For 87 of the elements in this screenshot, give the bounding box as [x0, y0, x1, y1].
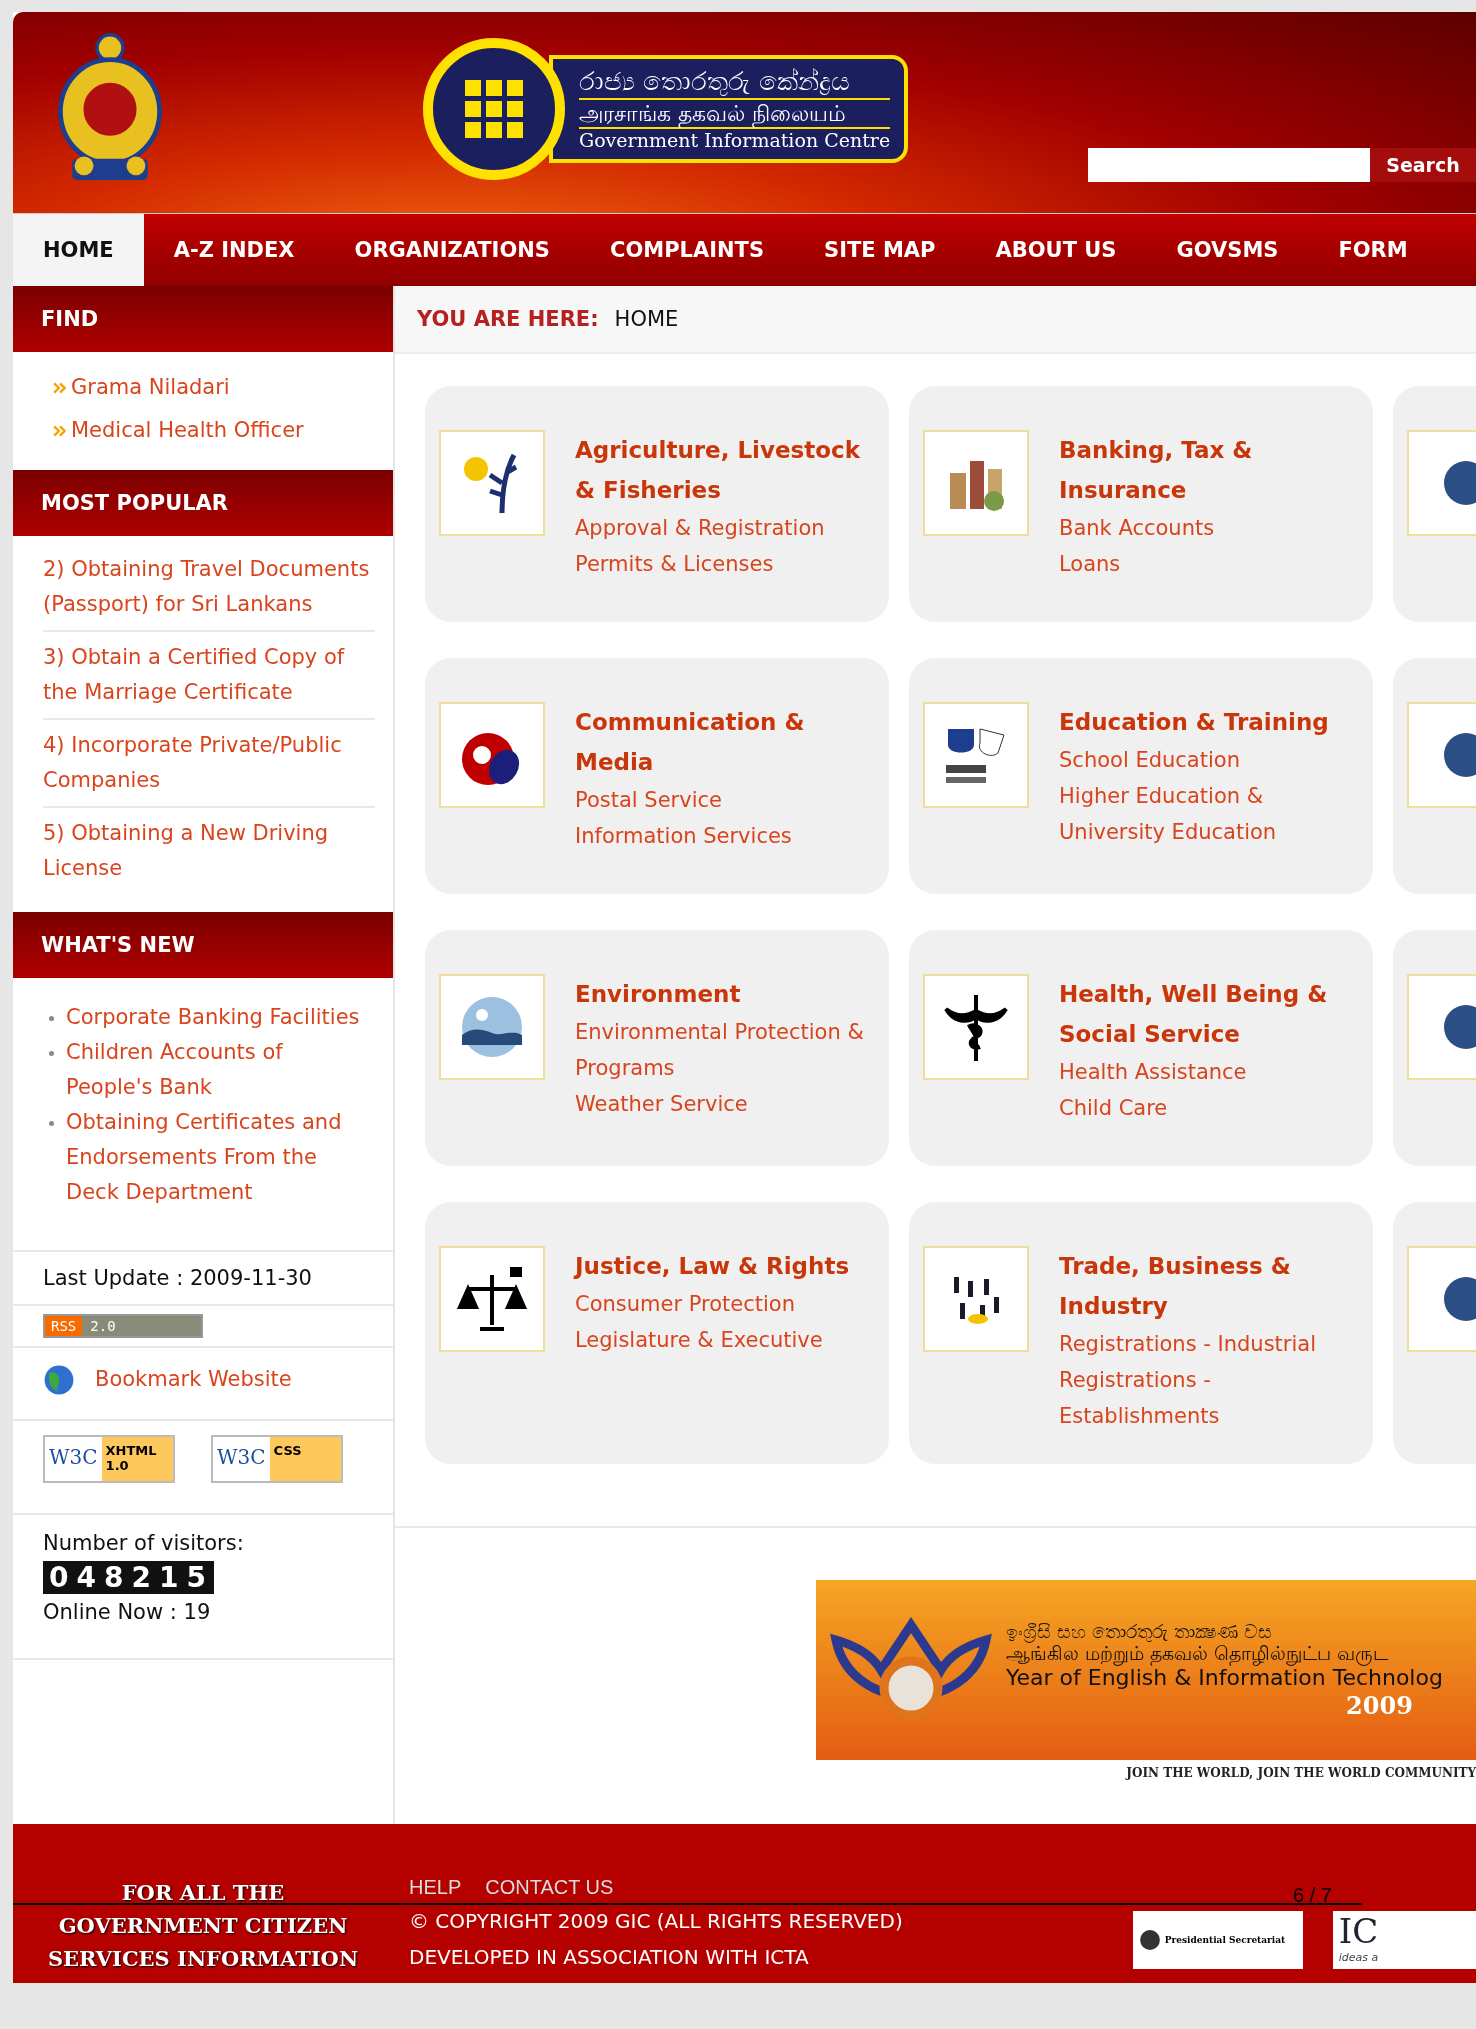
category-link[interactable]: Postal Service — [575, 782, 875, 818]
nav-tab[interactable]: COMPLAINTS — [580, 214, 795, 286]
banner-text: Year of English & Information Technolog — [1006, 1665, 1443, 1692]
footer-tagline: FOR ALL THE — [121, 1879, 285, 1907]
news-link[interactable]: Children Accounts of People's Bank — [66, 1035, 375, 1105]
category-icon — [923, 974, 1029, 1080]
banner-text: ඉංග්‍රීසි සහ තොරතුරු තාක්‍ෂණ වස — [1006, 1619, 1274, 1643]
partner-logo[interactable]: Presidential Secretariat — [1132, 1911, 1303, 1969]
popular-link[interactable]: 2) Obtaining Travel Documents (Passport) for Sri Lankans — [43, 544, 375, 632]
developed-text: DEVELOPED IN ASSOCIATION WITH ICTA — [409, 1944, 810, 1971]
double-chevron-icon — [53, 381, 67, 394]
banner-slogan: JOIN THE WORLD, JOIN THE WORLD COMMUNITY — [1126, 1766, 1476, 1780]
category-link[interactable]: School Education — [1059, 742, 1359, 778]
visitors-label: Number of visitors: — [43, 1530, 244, 1557]
category-title[interactable]: Health, Well Being & Social Service — [1059, 974, 1359, 1054]
logo-text: Government Information Centre — [579, 129, 891, 153]
category-link[interactable]: Child Care — [1059, 1090, 1359, 1126]
category-link[interactable]: Environmental Protection & Programs — [575, 1014, 875, 1086]
category-title[interactable]: Environment — [575, 974, 875, 1014]
category-title[interactable]: Trade, Business & Industry — [1059, 1246, 1359, 1326]
logo-text: அரசாங்க தகவல் நிலையம் — [579, 97, 891, 130]
footer-tagline: GOVERNMENT CITIZEN — [58, 1912, 348, 1940]
nav-tab[interactable]: A-Z INDEX — [143, 214, 325, 286]
footer-tagline: SERVICES INFORMATION — [47, 1945, 359, 1973]
category-title[interactable]: Banking, Tax & Insurance — [1059, 430, 1359, 510]
category-link[interactable]: Consumer Protection — [575, 1286, 850, 1322]
category-link[interactable]: Permits & Licenses — [575, 546, 875, 582]
nav-tab[interactable]: SITE MAP — [794, 214, 966, 286]
bullet-icon — [49, 1016, 54, 1021]
breadcrumb-label: YOU ARE HERE: — [417, 307, 599, 331]
popular-link[interactable]: 5) Obtaining a New Driving License — [43, 808, 375, 894]
double-chevron-icon — [53, 424, 67, 437]
category-link[interactable]: Weather Service — [575, 1086, 875, 1122]
visitor-counter: 048215 — [43, 1561, 214, 1594]
nav-tab[interactable]: ORGANIZATIONS — [324, 214, 580, 286]
search-button[interactable]: Search — [1370, 148, 1476, 182]
section-header: WHAT'S NEW — [13, 912, 393, 978]
category-title[interactable]: Communication & Media — [575, 702, 875, 782]
category-icon — [439, 702, 545, 808]
category-icon — [439, 1246, 545, 1352]
category-title[interactable]: Justice, Law & Rights — [575, 1246, 850, 1286]
nav-tab[interactable]: FORM — [1308, 214, 1438, 286]
nav-tab[interactable]: GOVSMS — [1146, 214, 1309, 286]
category-link[interactable]: Higher Education & University Education — [1059, 778, 1359, 850]
category-icon — [923, 1246, 1029, 1352]
category-link[interactable]: Registrations - Establishments — [1059, 1362, 1359, 1434]
category-link[interactable]: Loans — [1059, 546, 1359, 582]
breadcrumb-link[interactable]: HOME — [614, 307, 679, 331]
news-link[interactable]: Obtaining Certificates and Endorsements From the Deck Department — [66, 1105, 375, 1210]
nav-tab[interactable]: ABOUT US — [965, 214, 1147, 286]
find-link[interactable]: Medical Health Officer — [71, 413, 304, 448]
category-icon — [923, 702, 1029, 808]
category-link[interactable]: Health Assistance — [1059, 1054, 1359, 1090]
bullet-icon — [49, 1121, 54, 1126]
last-update-text: Last Update : 2009-11-30 — [43, 1265, 312, 1292]
category-link[interactable]: Legislature & Executive — [575, 1322, 850, 1358]
globe-icon — [43, 1363, 75, 1396]
rss-badge[interactable]: RSS 2.0 — [43, 1314, 203, 1338]
banner-year: 2009 — [1346, 1691, 1413, 1721]
section-header: MOST POPULAR — [13, 470, 393, 536]
news-link[interactable]: Corporate Banking Facilities — [66, 1000, 360, 1035]
category-icon — [923, 430, 1029, 536]
category-icon — [439, 974, 545, 1080]
nav-tab[interactable]: HOME — [13, 214, 144, 286]
footer-link[interactable]: CONTACT US — [485, 1876, 614, 1899]
logo-text: රාජ්‍ය තොරතුරු කේන්ද්‍රය — [579, 65, 851, 98]
footer-link[interactable]: HELP — [409, 1876, 462, 1899]
search-field[interactable] — [1088, 148, 1370, 182]
category-icon — [439, 430, 545, 536]
popular-link[interactable]: 4) Incorporate Private/Public Companies — [43, 720, 375, 808]
category-title[interactable]: Education & Training — [1059, 702, 1359, 742]
icta-logo[interactable]: IC ideas a — [1332, 1911, 1476, 1969]
bookmark-link[interactable]: Bookmark Website — [95, 1362, 292, 1397]
category-link[interactable]: Bank Accounts — [1059, 510, 1359, 546]
banner-text: ஆங்கில மற்றும் தகவல் தொழில்நுட்ப வருட — [1006, 1642, 1390, 1666]
category-link[interactable]: Registrations - Industrial — [1059, 1326, 1359, 1362]
category-link[interactable]: Information Services — [575, 818, 875, 854]
category-title[interactable]: Agriculture, Livestock & Fisheries — [575, 430, 875, 510]
online-count: Online Now : 19 — [43, 1599, 211, 1626]
copyright-text: © COPYRIGHT 2009 GIC (ALL RIGHTS RESERVED) — [409, 1908, 903, 1935]
category-link[interactable]: Approval & Registration — [575, 510, 875, 546]
validator-badge[interactable]: W3C CSS — [211, 1435, 343, 1483]
find-link[interactable]: Grama Niladari — [71, 370, 230, 405]
popular-link[interactable]: 3) Obtain a Certified Copy of the Marriage Certificate — [43, 632, 375, 720]
page-indicator: 6 / 7 — [1293, 1884, 1332, 1907]
bullet-icon — [49, 1051, 54, 1056]
section-header: FIND — [13, 286, 393, 352]
